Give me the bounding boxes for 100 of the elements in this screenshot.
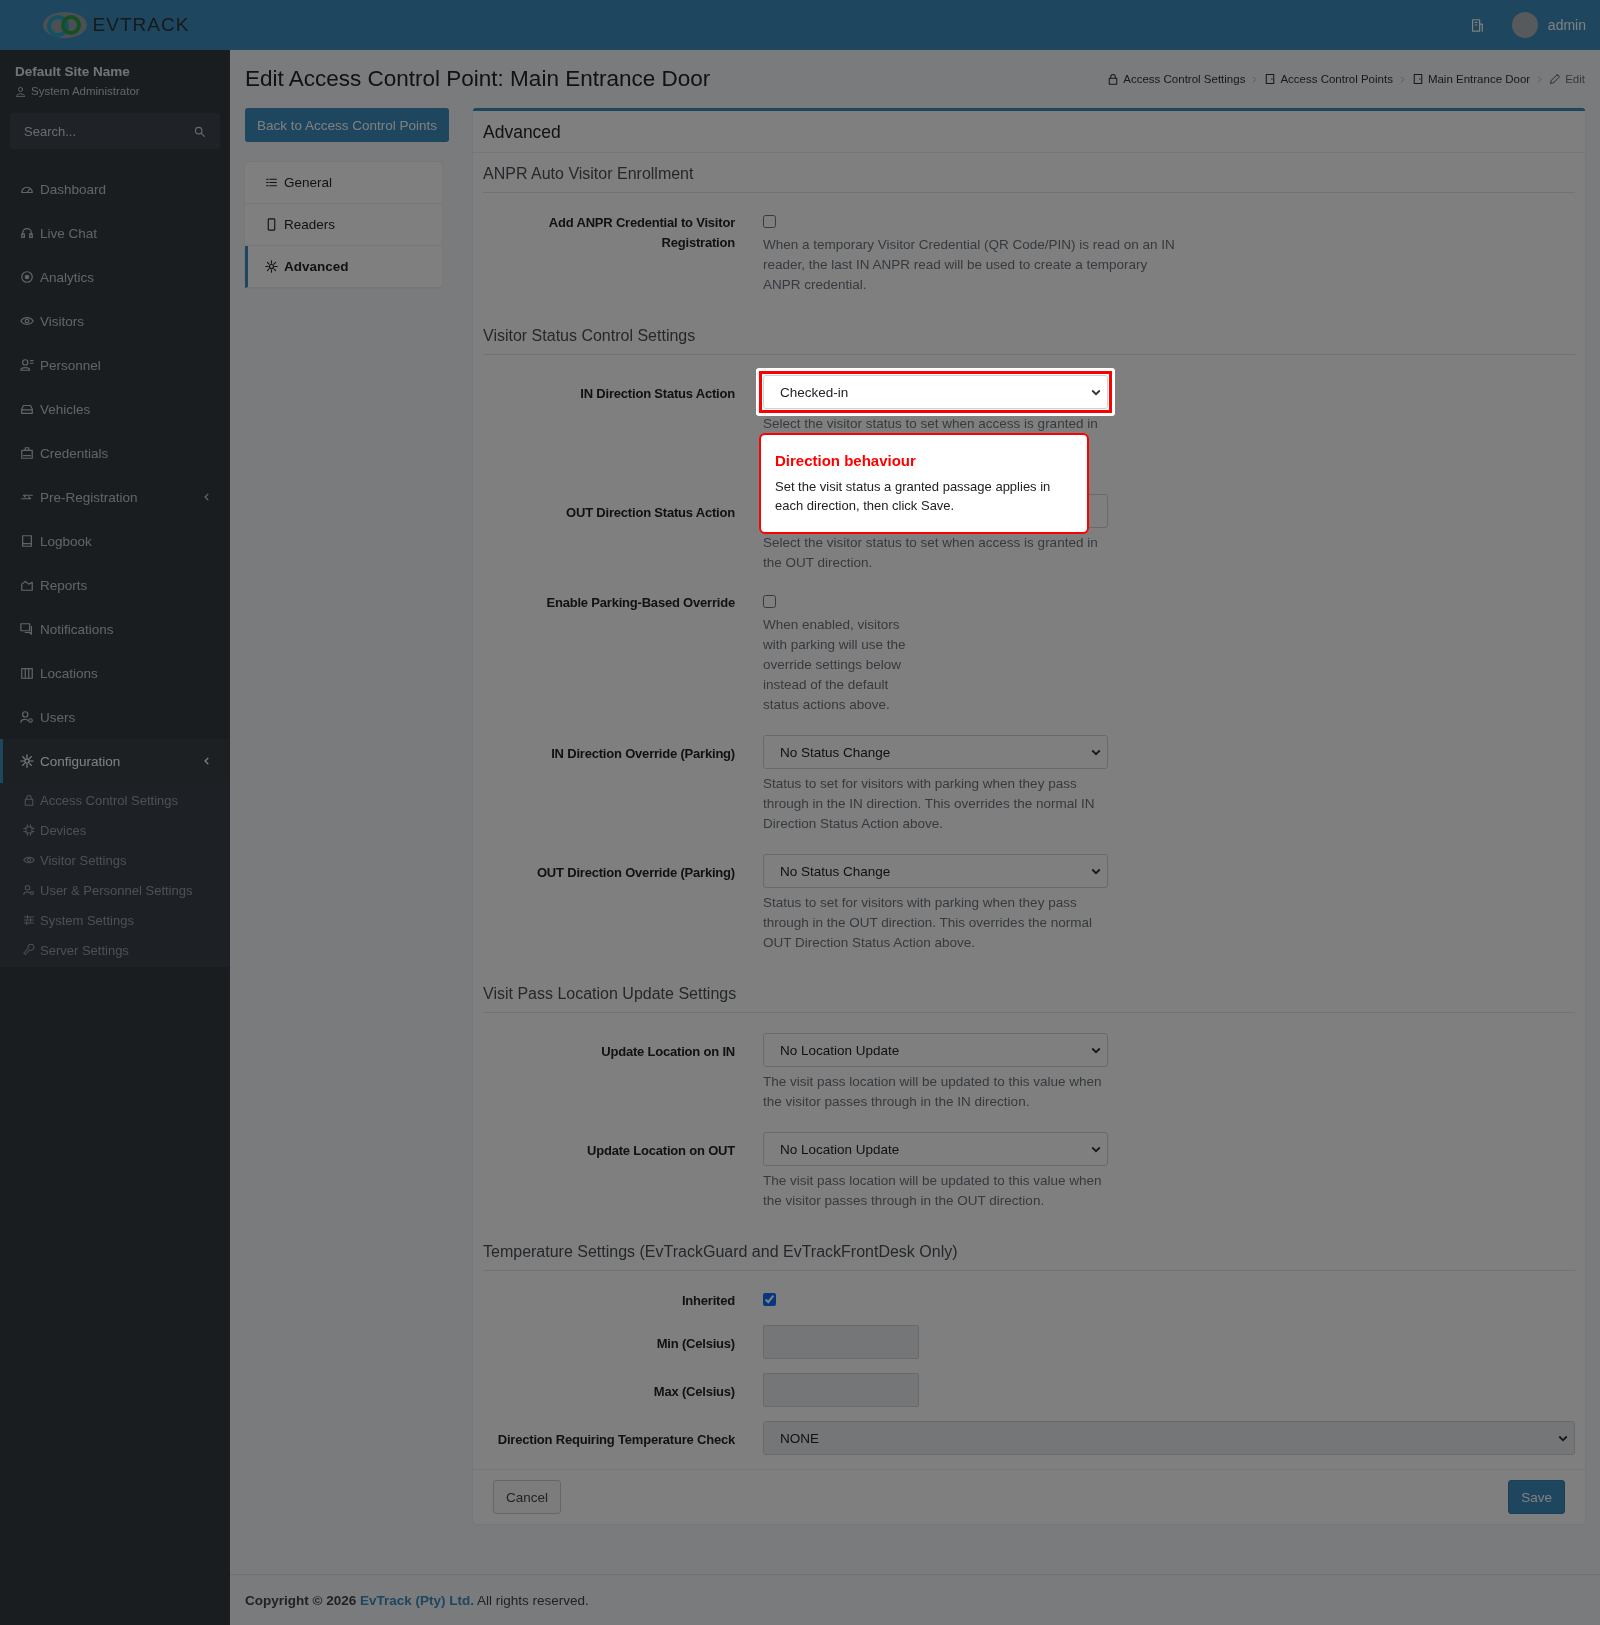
breadcrumb-link[interactable]: Access Control Settings bbox=[1123, 73, 1246, 85]
placeholder-text: Search... bbox=[24, 123, 77, 139]
save-button[interactable]: Save bbox=[1508, 1480, 1565, 1514]
sidebar-item[interactable]: Users bbox=[0, 695, 230, 739]
target-icon bbox=[20, 270, 34, 284]
avatar-icon[interactable] bbox=[1511, 12, 1538, 38]
phone-icon bbox=[265, 218, 278, 231]
settings-icon bbox=[265, 260, 278, 273]
sidebar-item[interactable]: Logbook bbox=[0, 519, 230, 563]
field-label: Min (Celsius) bbox=[655, 1335, 735, 1353]
sidebar-item[interactable]: Analytics bbox=[0, 255, 230, 299]
sidebar-item[interactable]: Locations bbox=[0, 651, 230, 695]
select-field[interactable]: No Location Update bbox=[763, 1033, 1108, 1067]
map-icon bbox=[20, 666, 34, 680]
door-icon bbox=[1264, 73, 1277, 85]
checkbox[interactable] bbox=[763, 1293, 776, 1306]
section-title: Visit Pass Location Update Settings bbox=[483, 973, 1575, 1013]
person-icon bbox=[20, 358, 34, 372]
chevron-left-icon bbox=[202, 492, 212, 502]
sidebar-item[interactable]: Reports bbox=[0, 563, 230, 607]
help-text: Select the visitor status to set when access is granted in bbox=[763, 415, 1099, 433]
copyright-text: Copyright © 2026 EvTrack (Pty) Ltd. All rights reserved. bbox=[245, 1592, 589, 1608]
tab[interactable]: Advanced bbox=[245, 246, 442, 288]
eye-icon bbox=[23, 854, 35, 866]
sidebar-item[interactable]: Personnel bbox=[0, 343, 230, 387]
field-label: Update Location on OUT bbox=[586, 1142, 735, 1160]
field-label: Inherited bbox=[680, 1292, 735, 1310]
chart-icon bbox=[20, 578, 34, 592]
sidebar-item[interactable]: Dashboard bbox=[0, 167, 230, 211]
car-icon bbox=[20, 402, 34, 416]
breadcrumb-link[interactable]: Access Control Points bbox=[1280, 73, 1393, 85]
site-name: Default Site Name bbox=[15, 64, 131, 79]
sidebar-item[interactable]: Notifications bbox=[0, 607, 230, 651]
id-card-icon bbox=[20, 446, 34, 460]
chevron-left-icon bbox=[202, 756, 212, 766]
cancel-button[interactable]: Cancel bbox=[493, 1480, 562, 1514]
sidebar-item[interactable]: Live Chat bbox=[0, 211, 230, 255]
search-field[interactable]: Search... bbox=[10, 113, 220, 149]
input-field[interactable] bbox=[763, 1325, 919, 1359]
sidebar-item[interactable]: Visitors bbox=[0, 299, 230, 343]
select-field[interactable]: NONE bbox=[763, 1421, 1575, 1455]
user-role: System Administrator bbox=[31, 85, 140, 97]
headset-icon bbox=[20, 226, 34, 240]
user-icon bbox=[15, 85, 26, 97]
input-field[interactable] bbox=[763, 1373, 919, 1407]
sidebar-item[interactable]: Pre-Registration bbox=[0, 475, 230, 519]
popover-text: Set the visit status a granted passage applies in each direction, then click Save. bbox=[775, 478, 1052, 515]
card-title: Advanced bbox=[473, 111, 1585, 153]
wrench-icon bbox=[23, 944, 35, 956]
user-name[interactable]: admin bbox=[1547, 17, 1586, 33]
sliders-icon bbox=[23, 914, 35, 926]
help-text: Select the visitor status to set when access is granted in the OUT direction. bbox=[763, 534, 1099, 572]
help-text: The visit pass location will be updated to this value when the visitor passes through in the IN direction. bbox=[763, 1073, 1103, 1111]
select-field[interactable]: No Status Change bbox=[763, 735, 1108, 769]
select-field[interactable]: No Status Change bbox=[763, 854, 1108, 888]
select-field[interactable]: Checked-in bbox=[763, 375, 1108, 409]
section-title: Visitor Status Control Settings bbox=[483, 315, 1575, 355]
breadcrumb-link[interactable]: Main Entrance Door bbox=[1427, 73, 1531, 85]
checkbox[interactable] bbox=[763, 215, 776, 228]
field-label: IN Direction Override (Parking) bbox=[550, 745, 735, 763]
lock-icon bbox=[1107, 73, 1120, 85]
logo-text: EVTRACK bbox=[92, 14, 190, 36]
list-icon bbox=[265, 176, 278, 189]
sidebar-item[interactable]: Vehicles bbox=[0, 387, 230, 431]
field-label: Max (Celsius) bbox=[652, 1383, 735, 1401]
help-text: When enabled, visitors with parking will use the override settings below instead of the default status actions above. bbox=[763, 616, 907, 714]
book-icon bbox=[20, 534, 34, 548]
back-button[interactable]: Back to Access Control Points bbox=[245, 108, 450, 142]
door-icon bbox=[1411, 73, 1424, 85]
pencil-icon bbox=[1549, 73, 1562, 85]
tab[interactable]: General bbox=[245, 162, 442, 204]
field-label: Update Location on IN bbox=[600, 1043, 735, 1061]
checkbox[interactable] bbox=[763, 595, 776, 608]
field-label: Direction Requiring Temperature Check bbox=[496, 1431, 735, 1449]
help-text: When a temporary Visitor Credential (QR Code/PIN) is read on an IN reader, the last IN ANPR read will be used to create a temporary ANPR credential. bbox=[763, 236, 1176, 294]
search-icon bbox=[193, 124, 206, 138]
eye-icon bbox=[20, 314, 34, 328]
chip-icon bbox=[23, 824, 35, 836]
user-gear-icon bbox=[20, 710, 34, 724]
help-text: The visit pass location will be updated to this value when the visitor passes through in the OUT direction. bbox=[763, 1172, 1103, 1210]
help-text: Status to set for visitors with parking when they pass through in the OUT direction. This overrides the normal OUT Direction Status Action above. bbox=[763, 894, 1093, 952]
section-title: Temperature Settings (EvTrackGuard and EvTrackFrontDesk Only) bbox=[483, 1231, 1575, 1271]
building-icon bbox=[1469, 18, 1484, 32]
lock-icon bbox=[23, 794, 35, 806]
logo-icon bbox=[40, 10, 89, 40]
sidebar-item[interactable]: Credentials bbox=[0, 431, 230, 475]
page-title: Edit Access Control Point: Main Entrance Door bbox=[245, 66, 711, 92]
field-label: IN Direction Status Action bbox=[579, 385, 735, 403]
user-gear-icon bbox=[23, 884, 35, 896]
company-link[interactable]: EvTrack (Pty) Ltd. bbox=[360, 1592, 475, 1608]
settings-icon bbox=[20, 754, 34, 768]
field-label: OUT Direction Status Action bbox=[565, 504, 735, 522]
select-field[interactable]: No Location Update bbox=[763, 1132, 1108, 1166]
popover-title: Direction behaviour bbox=[775, 451, 917, 471]
help-text: Status to set for visitors with parking when they pass through in the IN direction. This overrides the normal IN Direction Status Action above. bbox=[763, 775, 1096, 833]
field-label: Enable Parking-Based Override bbox=[545, 594, 735, 612]
tab[interactable]: Readers bbox=[245, 204, 442, 246]
section-title: ANPR Auto Visitor Enrollment bbox=[483, 153, 1575, 193]
field-label: Add ANPR Credential to Visitor Registration bbox=[547, 214, 735, 252]
field-label: OUT Direction Override (Parking) bbox=[535, 864, 735, 882]
